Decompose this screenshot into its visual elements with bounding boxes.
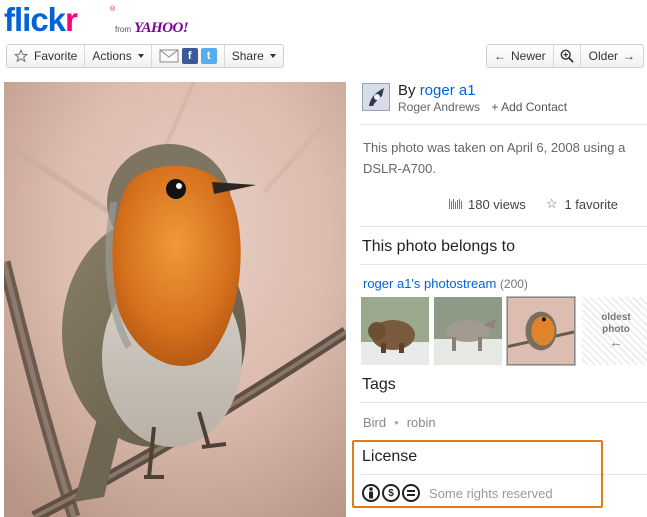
thumbnail-wolf[interactable]	[434, 297, 502, 365]
license-row[interactable]: $ Some rights reserved	[362, 484, 553, 502]
facebook-icon[interactable]: f	[181, 48, 198, 64]
share-label: Share	[231, 49, 264, 63]
license-text: Some rights reserved	[429, 485, 553, 501]
favorites-stat[interactable]: ☆ 1 favorite	[546, 196, 618, 212]
actions-menu-button[interactable]: Actions	[85, 45, 152, 67]
owner-real-name: Roger Andrews	[398, 100, 481, 114]
cc-nd-icon	[402, 484, 420, 502]
belongs-to-heading: This photo belongs to	[362, 238, 515, 255]
views-bars-icon	[449, 199, 462, 209]
thumbnail-bear[interactable]	[361, 297, 429, 365]
owner-realname-row: Roger Andrews + Add Contact	[398, 100, 567, 114]
logo-registered-mark: ®	[110, 6, 116, 13]
wolf-thumbnail-image	[434, 297, 502, 365]
share-icons-group: f t	[152, 45, 225, 67]
views-stat: 180 views	[449, 197, 526, 212]
chevron-down-icon	[137, 54, 144, 58]
tag-separator: •	[394, 415, 399, 430]
tag-item[interactable]: Bird	[363, 415, 386, 430]
divider	[360, 474, 647, 475]
newer-button[interactable]: ← Newer	[487, 45, 554, 67]
oldest-photo-button[interactable]: oldest photo ←	[582, 297, 647, 365]
older-button[interactable]: Older →	[581, 45, 643, 67]
arrow-right-icon: →	[623, 49, 636, 63]
by-prefix: By	[398, 82, 416, 99]
main-photo[interactable]	[4, 82, 346, 517]
tag-item[interactable]: robin	[407, 415, 436, 430]
twitter-icon[interactable]: t	[200, 48, 217, 64]
photostream-link[interactable]: roger a1's photostream (200)	[363, 276, 528, 291]
logo-from-text: from	[115, 25, 131, 34]
license-heading: License	[362, 448, 418, 465]
owner-username-link[interactable]: roger a1	[420, 82, 476, 99]
logo-wordmark-blue: flick	[4, 1, 66, 38]
divider	[360, 124, 647, 125]
photo-description: This photo was taken on April 6, 2008 us…	[363, 137, 647, 179]
tags-heading: Tags	[362, 376, 396, 393]
favorite-label: Favorite	[34, 49, 78, 63]
thumbnail-robin-current[interactable]	[507, 297, 575, 365]
photo-stats: 180 views ☆ 1 favorite	[449, 196, 618, 212]
views-count: 180 views	[468, 196, 526, 212]
navigation-toolbar: ← Newer Older →	[486, 44, 644, 68]
star-icon: ☆	[545, 196, 558, 211]
cc-nc-icon: $	[382, 484, 400, 502]
favorite-button[interactable]: Favorite	[7, 45, 86, 67]
chevron-down-icon	[269, 54, 276, 58]
robin-photo-illustration	[4, 82, 346, 517]
photo-toolbar: Favorite Actions f t Share	[6, 44, 284, 68]
oldest-label-line-1: oldest	[601, 312, 631, 323]
zoom-icon	[560, 49, 574, 63]
star-icon	[14, 49, 28, 63]
description-line-2: DSLR-A700.	[363, 161, 436, 176]
favorites-count: 1 favorite	[564, 196, 618, 212]
add-contact-link[interactable]: + Add Contact	[491, 100, 567, 114]
divider	[360, 264, 647, 265]
cc-by-icon	[362, 484, 380, 502]
older-label: Older	[588, 49, 619, 63]
share-menu-button[interactable]: Share	[225, 45, 283, 67]
divider	[360, 226, 647, 227]
arrow-left-icon: ←	[609, 334, 623, 350]
arrow-left-icon: ←	[494, 49, 506, 63]
avatar-icon	[363, 84, 389, 110]
tags-list: Bird • robin	[363, 415, 436, 430]
email-icon[interactable]	[159, 48, 179, 64]
logo-wordmark-pink: r	[65, 1, 78, 38]
zoom-button[interactable]	[554, 45, 581, 67]
bear-thumbnail-image	[361, 297, 429, 365]
photostream-count: (200)	[499, 277, 528, 291]
description-line-1: This photo was taken on April 6, 2008 us…	[363, 140, 626, 155]
logo-wordmark: flickr	[4, 1, 78, 38]
newer-label: Newer	[511, 49, 546, 63]
avatar[interactable]	[362, 83, 390, 111]
owner-byline: By roger a1	[398, 82, 476, 99]
yahoo-logo: YAHOO!	[134, 20, 189, 36]
robin-thumbnail-image	[508, 298, 574, 364]
photostream-label: roger a1's photostream	[363, 276, 497, 291]
divider	[360, 402, 647, 403]
actions-label: Actions	[92, 49, 132, 63]
